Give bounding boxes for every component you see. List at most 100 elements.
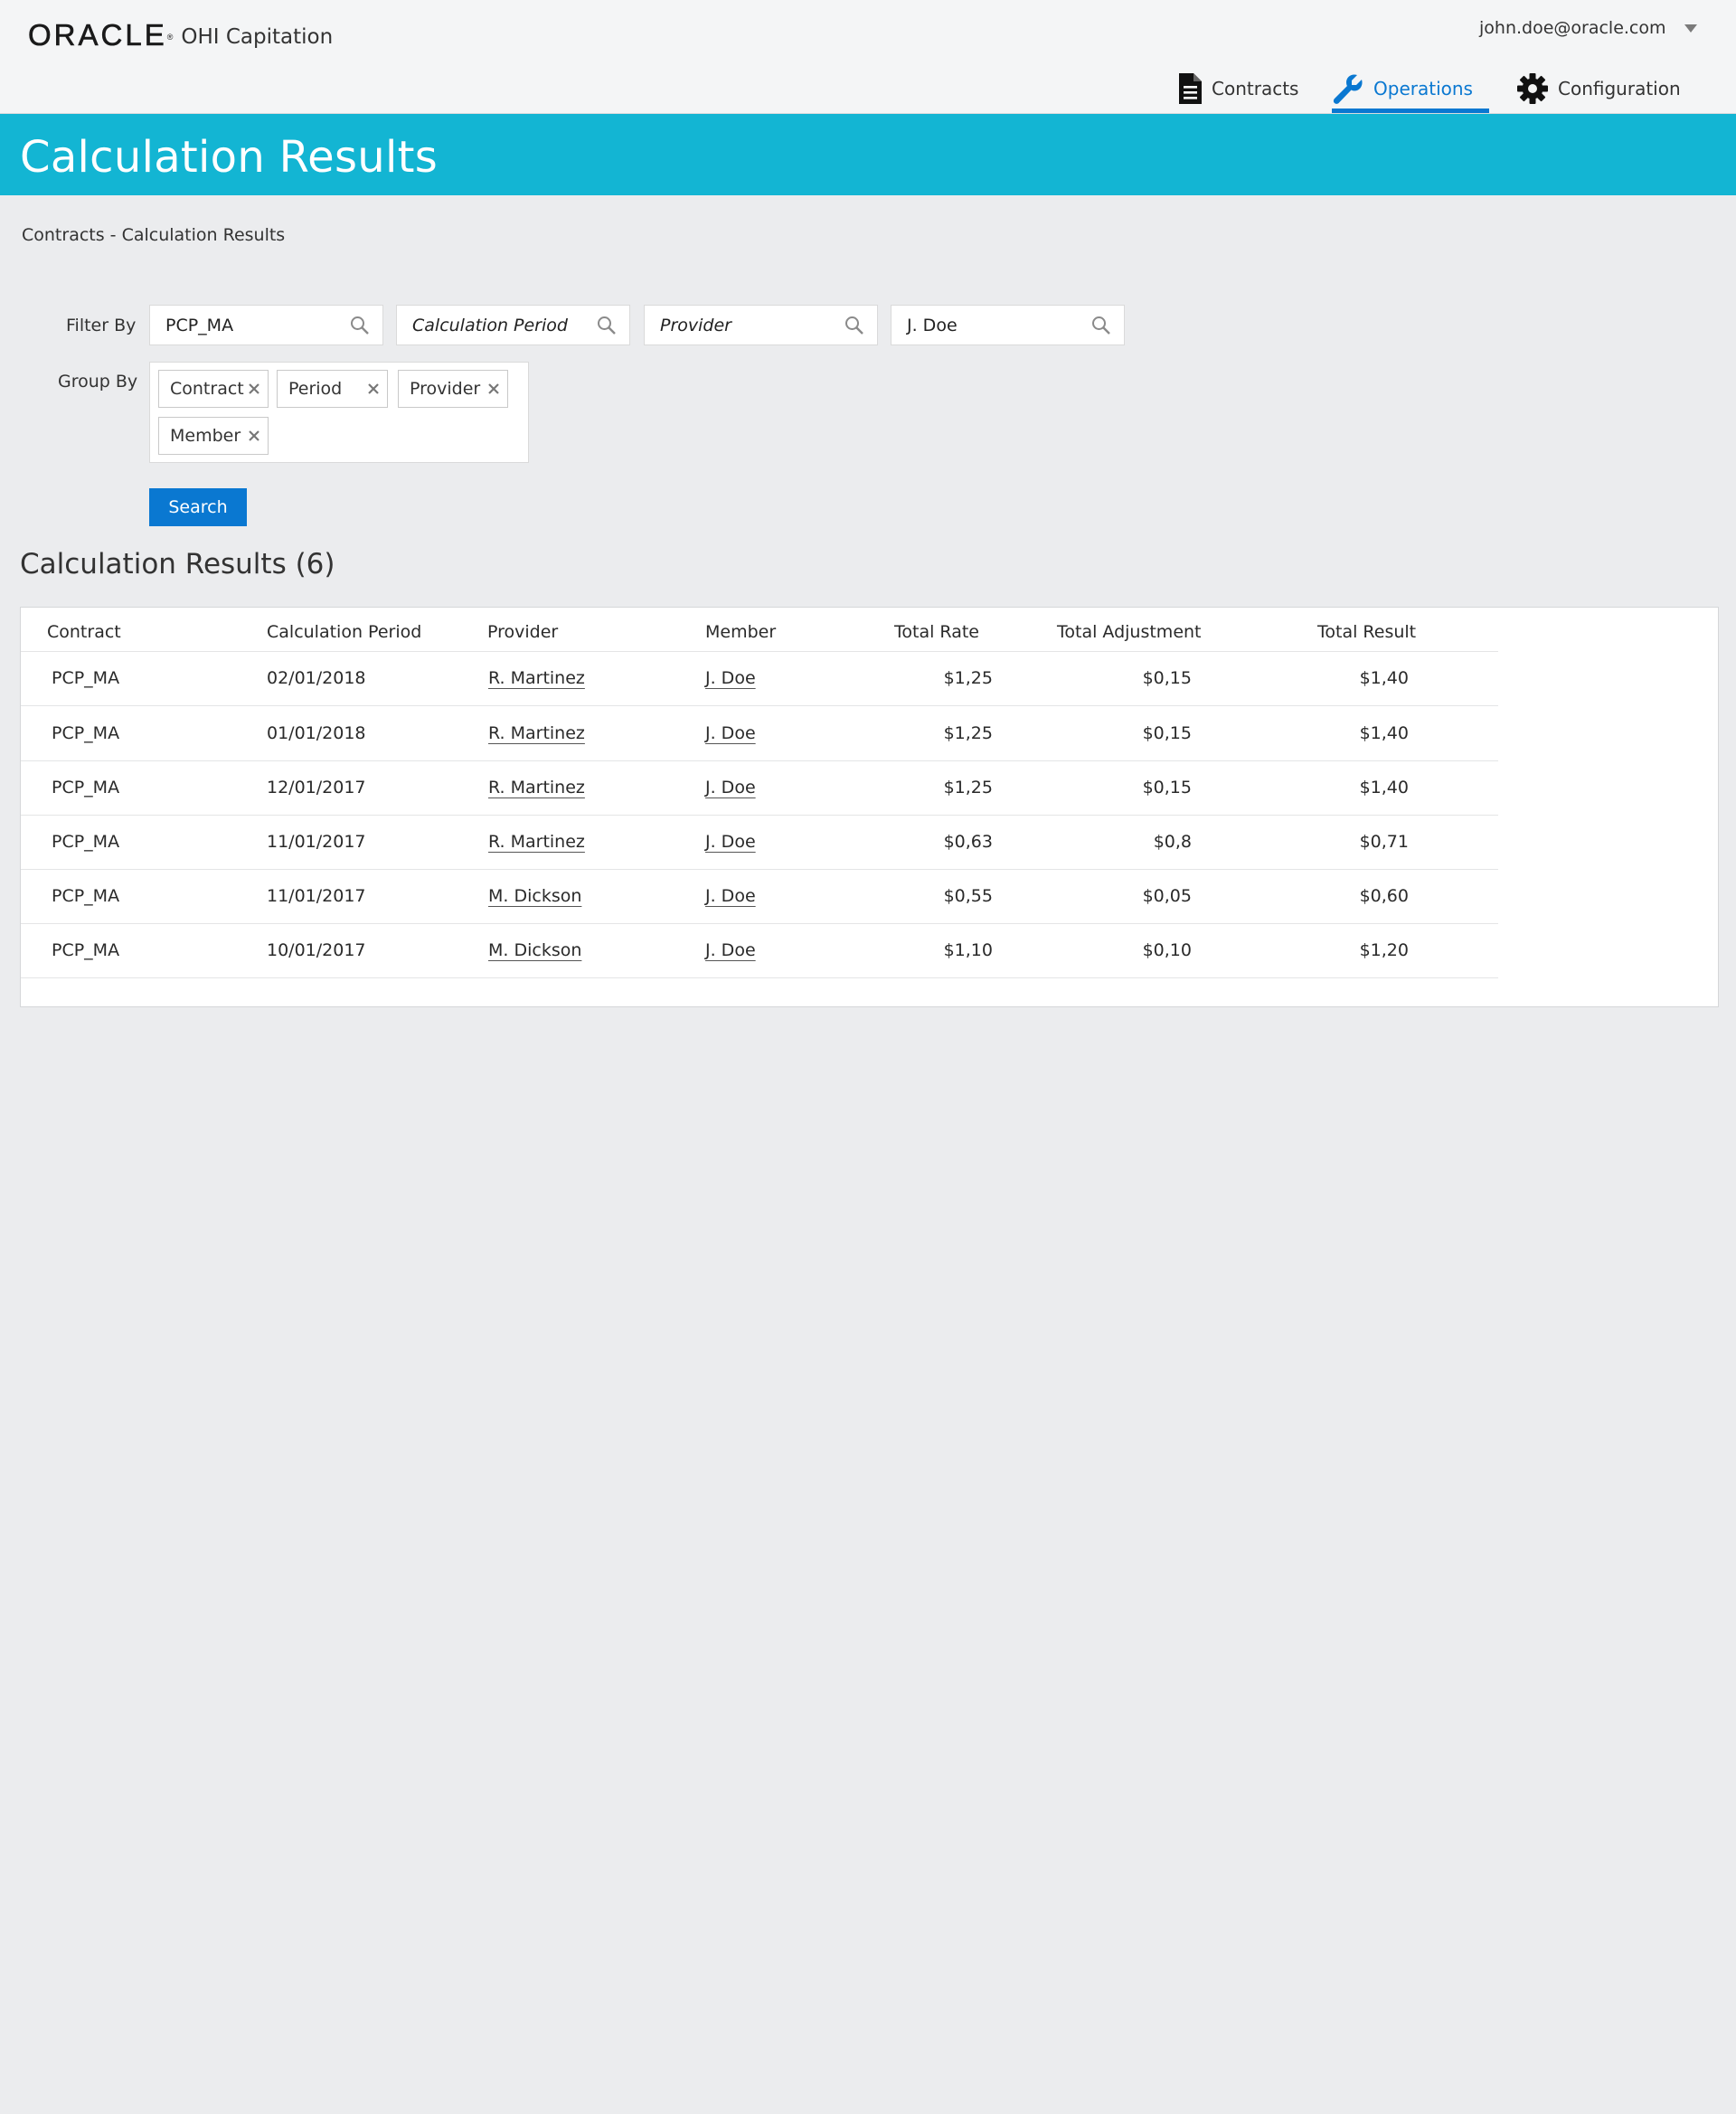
close-icon[interactable] — [486, 382, 501, 396]
search-icon[interactable] — [350, 316, 370, 335]
contract-filter-input[interactable]: PCP_MA — [149, 305, 383, 345]
caret-down-icon — [1684, 24, 1697, 33]
oracle-logo: ORACLE® — [28, 18, 176, 52]
cell-total-rate: $0,63 — [943, 832, 993, 852]
search-icon[interactable] — [844, 316, 864, 335]
cell-contract: PCP_MA — [52, 940, 120, 960]
cell-total-result: $0,60 — [1359, 886, 1409, 906]
group-chip-provider: Provider — [398, 370, 508, 408]
cell-total-adjustment: $0,15 — [1142, 668, 1192, 688]
cell-contract: PCP_MA — [52, 778, 120, 797]
column-header-total-result[interactable]: Total Result — [1317, 622, 1416, 642]
close-icon[interactable] — [247, 429, 261, 443]
provider-filter-input[interactable]: Provider — [644, 305, 878, 345]
app-name: OHI Capitation — [181, 25, 334, 49]
member-link[interactable]: J. Doe — [705, 940, 756, 960]
provider-link[interactable]: M. Dickson — [488, 886, 581, 906]
close-icon[interactable] — [366, 382, 381, 396]
document-icon — [1179, 73, 1202, 104]
cell-total-result: $0,71 — [1359, 832, 1409, 852]
user-menu[interactable]: john.doe@oracle.com — [1479, 18, 1697, 38]
member-link[interactable]: J. Doe — [705, 832, 756, 852]
cell-total-adjustment: $0,10 — [1142, 940, 1192, 960]
group-by-label: Group By — [58, 372, 138, 392]
table-row[interactable]: PCP_MA 02/01/2018 R. Martinez J. Doe $1,… — [21, 652, 1498, 706]
cell-period: 10/01/2017 — [267, 940, 366, 960]
chip-label: Period — [288, 379, 343, 399]
member-filter-value: J. Doe — [907, 315, 958, 335]
contract-filter-value: PCP_MA — [165, 315, 234, 335]
active-nav-indicator — [1332, 109, 1489, 113]
column-header-total-rate[interactable]: Total Rate — [894, 622, 979, 642]
nav-operations[interactable]: Operations — [1332, 63, 1473, 114]
column-header-calculation-period[interactable]: Calculation Period — [267, 622, 421, 642]
page-title: Calculation Results — [20, 132, 439, 183]
cell-total-rate: $1,10 — [943, 940, 993, 960]
chip-label: Provider — [410, 379, 481, 399]
nav-contracts[interactable]: Contracts — [1177, 63, 1298, 114]
table-row[interactable]: PCP_MA 11/01/2017 M. Dickson J. Doe $0,5… — [21, 870, 1498, 924]
cell-period: 01/01/2018 — [267, 723, 366, 743]
close-icon[interactable] — [247, 382, 261, 396]
column-header-member[interactable]: Member — [705, 622, 776, 642]
column-header-total-adjustment[interactable]: Total Adjustment — [1057, 622, 1202, 642]
provider-link[interactable]: R. Martinez — [488, 778, 585, 797]
gear-icon — [1517, 73, 1548, 104]
calculation-period-filter-input[interactable]: Calculation Period — [396, 305, 630, 345]
brand[interactable]: ORACLE® OHI Capitation — [28, 14, 333, 51]
group-chip-period: Period — [277, 370, 388, 408]
provider-link[interactable]: M. Dickson — [488, 940, 581, 960]
cell-total-result: $1,20 — [1359, 940, 1409, 960]
nav-configuration[interactable]: Configuration — [1516, 63, 1681, 114]
member-filter-input[interactable]: J. Doe — [891, 305, 1125, 345]
table-row[interactable]: PCP_MA 10/01/2017 M. Dickson J. Doe $1,1… — [21, 924, 1498, 978]
cell-total-rate: $1,25 — [943, 778, 993, 797]
results-title: Calculation Results (6) — [20, 548, 335, 580]
provider-link[interactable]: R. Martinez — [488, 723, 585, 743]
cell-period: 12/01/2017 — [267, 778, 366, 797]
cell-total-rate: $1,25 — [943, 668, 993, 688]
cell-total-result: $1,40 — [1359, 668, 1409, 688]
nav-contracts-label: Contracts — [1212, 78, 1299, 99]
cell-contract: PCP_MA — [52, 723, 120, 743]
search-icon[interactable] — [1091, 316, 1111, 335]
member-link[interactable]: J. Doe — [705, 723, 756, 743]
cell-contract: PCP_MA — [52, 668, 120, 688]
filter-by-label: Filter By — [66, 316, 137, 335]
group-chip-contract: Contract — [158, 370, 269, 408]
wrench-icon — [1333, 74, 1363, 104]
group-chip-member: Member — [158, 417, 269, 455]
cell-total-adjustment: $0,8 — [1153, 832, 1192, 852]
cell-period: 11/01/2017 — [267, 886, 366, 906]
cell-period: 11/01/2017 — [267, 832, 366, 852]
provider-placeholder: Provider — [660, 315, 731, 335]
results-table: Contract Calculation Period Provider Mem… — [20, 607, 1719, 1007]
member-link[interactable]: J. Doe — [705, 778, 756, 797]
table-row[interactable]: PCP_MA 11/01/2017 R. Martinez J. Doe $0,… — [21, 816, 1498, 870]
table-row[interactable]: PCP_MA 01/01/2018 R. Martinez J. Doe $1,… — [21, 707, 1498, 761]
column-header-provider[interactable]: Provider — [487, 622, 558, 642]
member-link[interactable]: J. Doe — [705, 886, 756, 906]
search-icon[interactable] — [597, 316, 617, 335]
breadcrumb: Contracts - Calculation Results — [22, 225, 286, 245]
cell-total-adjustment: $0,15 — [1142, 778, 1192, 797]
member-link[interactable]: J. Doe — [705, 668, 756, 688]
cell-total-rate: $0,55 — [943, 886, 993, 906]
provider-link[interactable]: R. Martinez — [488, 668, 585, 688]
nav-configuration-label: Configuration — [1558, 78, 1681, 99]
cell-contract: PCP_MA — [52, 832, 120, 852]
cell-total-rate: $1,25 — [943, 723, 993, 743]
user-email: john.doe@oracle.com — [1479, 18, 1666, 38]
group-by-field[interactable]: Contract Period Provider Member — [149, 362, 529, 463]
column-header-contract[interactable]: Contract — [47, 622, 121, 642]
calculation-period-placeholder: Calculation Period — [412, 315, 568, 335]
provider-link[interactable]: R. Martinez — [488, 832, 585, 852]
chip-label: Member — [170, 426, 241, 446]
table-row[interactable]: PCP_MA 12/01/2017 R. Martinez J. Doe $1,… — [21, 761, 1498, 816]
chip-label: Contract — [170, 379, 244, 399]
top-bar: ORACLE® OHI Capitation john.doe@oracle.c… — [0, 0, 1736, 114]
cell-total-adjustment: $0,05 — [1142, 886, 1192, 906]
cell-total-result: $1,40 — [1359, 723, 1409, 743]
cell-period: 02/01/2018 — [267, 668, 366, 688]
search-button[interactable]: Search — [149, 488, 247, 526]
